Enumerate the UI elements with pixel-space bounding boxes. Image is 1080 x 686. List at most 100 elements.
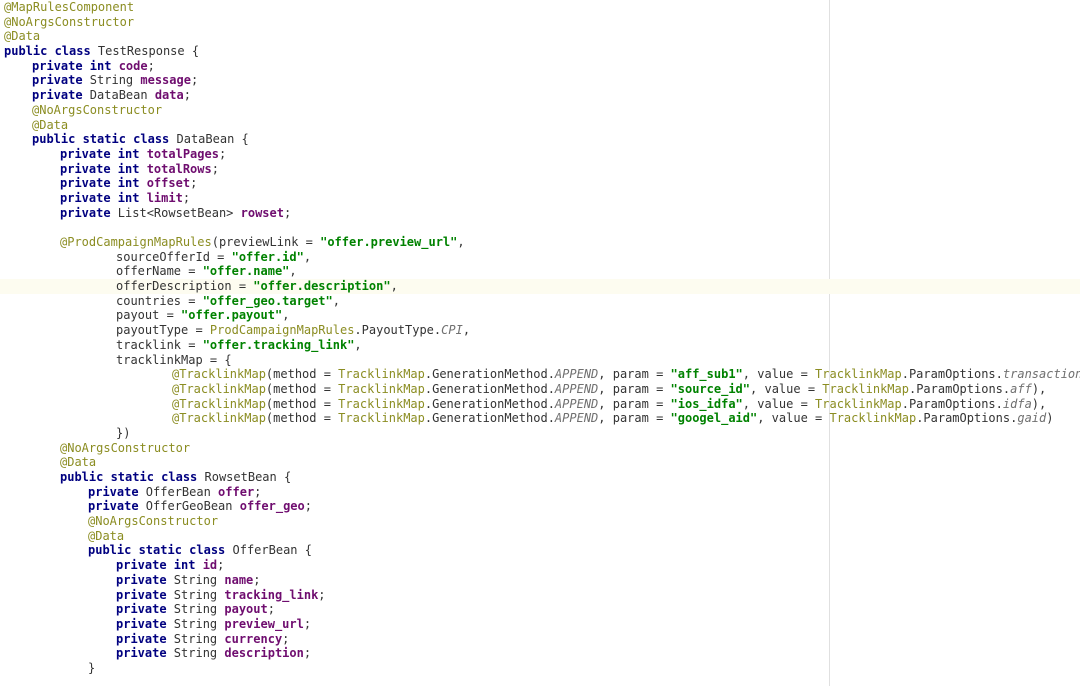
- token-punc: ),: [1032, 382, 1046, 396]
- code-line[interactable]: private String currency;: [0, 632, 1080, 647]
- token-field: totalRows: [147, 162, 212, 176]
- code-line[interactable]: @MapRulesComponent: [0, 0, 1080, 15]
- code-line[interactable]: payoutType = ProdCampaignMapRules.Payout…: [0, 323, 1080, 338]
- token-anno: @Data: [60, 455, 96, 469]
- code-line[interactable]: private List<RowsetBean> rowset;: [0, 206, 1080, 221]
- token-anno: @TracklinkMap: [172, 382, 266, 396]
- token-punc: , value =: [743, 397, 815, 411]
- code-line[interactable]: @NoArgsConstructor: [0, 103, 1080, 118]
- code-line[interactable]: public static class RowsetBean {: [0, 470, 1080, 485]
- code-line[interactable]: offerName = "offer.name",: [0, 264, 1080, 279]
- token-anno: ProdCampaignMapRules: [210, 323, 355, 337]
- code-line[interactable]: private String payout;: [0, 602, 1080, 617]
- token-punc: ,: [304, 250, 311, 264]
- token-ident: OfferBean: [146, 485, 218, 499]
- code-editor[interactable]: 💡 @MapRulesComponent@NoArgsConstructor@D…: [0, 0, 1080, 686]
- code-line[interactable]: @ProdCampaignMapRules(previewLink = "off…: [0, 235, 1080, 250]
- token-punc: ;: [148, 59, 155, 73]
- code-line[interactable]: }: [0, 661, 1080, 676]
- token-punc: }): [116, 426, 130, 440]
- token-punc: ,: [289, 264, 296, 278]
- token-ident: String: [174, 602, 225, 616]
- code-line[interactable]: @Data: [0, 118, 1080, 133]
- code-line[interactable]: private String tracking_link;: [0, 588, 1080, 603]
- code-line[interactable]: countries = "offer_geo.target",: [0, 294, 1080, 309]
- token-anno: @NoArgsConstructor: [60, 441, 190, 455]
- code-line[interactable]: sourceOfferId = "offer.id",: [0, 250, 1080, 265]
- code-line[interactable]: @Data: [0, 455, 1080, 470]
- code-line[interactable]: offerDescription = "offer.description",: [0, 279, 1080, 294]
- token-punc: ;: [191, 73, 198, 87]
- token-italic: gaid: [1017, 411, 1046, 425]
- token-anno: @NoArgsConstructor: [88, 514, 218, 528]
- code-line[interactable]: [0, 220, 1080, 235]
- code-line[interactable]: public static class DataBean {: [0, 132, 1080, 147]
- code-line[interactable]: @NoArgsConstructor: [0, 15, 1080, 30]
- code-line[interactable]: public static class OfferBean {: [0, 543, 1080, 558]
- code-line[interactable]: @TracklinkMap(method = TracklinkMap.Gene…: [0, 382, 1080, 397]
- code-line[interactable]: @NoArgsConstructor: [0, 514, 1080, 529]
- code-line[interactable]: @TracklinkMap(method = TracklinkMap.Gene…: [0, 411, 1080, 426]
- code-line[interactable]: private int id;: [0, 558, 1080, 573]
- code-line[interactable]: private OfferBean offer;: [0, 485, 1080, 500]
- code-line[interactable]: private int totalPages;: [0, 147, 1080, 162]
- token-italic: CPI: [441, 323, 463, 337]
- token-anno: TracklinkMap: [822, 382, 909, 396]
- token-punc: , value =: [757, 411, 829, 425]
- token-punc: ;: [305, 499, 312, 513]
- token-kw: private: [116, 573, 174, 587]
- code-line[interactable]: public class TestResponse {: [0, 44, 1080, 59]
- token-kw: private: [116, 632, 174, 646]
- token-punc: .ParamOptions.: [916, 411, 1017, 425]
- code-line[interactable]: private int totalRows;: [0, 162, 1080, 177]
- code-line[interactable]: tracklink = "offer.tracking_link",: [0, 338, 1080, 353]
- code-line[interactable]: @Data: [0, 29, 1080, 44]
- code-line[interactable]: private String message;: [0, 73, 1080, 88]
- token-punc: {: [192, 44, 199, 58]
- code-line[interactable]: @NoArgsConstructor: [0, 441, 1080, 456]
- token-punc: ): [1046, 411, 1053, 425]
- code-line[interactable]: tracklinkMap = {: [0, 353, 1080, 368]
- code-line[interactable]: private String preview_url;: [0, 617, 1080, 632]
- token-field: code: [119, 59, 148, 73]
- token-punc: ;: [304, 646, 311, 660]
- token-field: id: [203, 558, 217, 572]
- code-line[interactable]: private OfferGeoBean offer_geo;: [0, 499, 1080, 514]
- code-line[interactable]: payout = "offer.payout",: [0, 308, 1080, 323]
- code-line[interactable]: private int offset;: [0, 176, 1080, 191]
- token-punc: }: [88, 661, 95, 675]
- token-anno: @Data: [88, 529, 124, 543]
- token-str: "source_id": [671, 382, 750, 396]
- token-ident: offerName =: [116, 264, 203, 278]
- token-italic: APPEND: [555, 411, 598, 425]
- code-line[interactable]: @TracklinkMap(method = TracklinkMap.Gene…: [0, 367, 1080, 382]
- code-area[interactable]: @MapRulesComponent@NoArgsConstructor@Dat…: [0, 0, 1080, 686]
- token-anno: TracklinkMap: [815, 397, 902, 411]
- code-line[interactable]: @Data: [0, 529, 1080, 544]
- token-field: data: [155, 88, 184, 102]
- token-punc: ;: [254, 485, 261, 499]
- token-kw: private: [116, 588, 174, 602]
- code-line[interactable]: }): [0, 426, 1080, 441]
- token-anno: TracklinkMap: [829, 411, 916, 425]
- token-ident: tracklink =: [116, 338, 203, 352]
- code-line[interactable]: private int limit;: [0, 191, 1080, 206]
- token-anno: TracklinkMap: [815, 367, 902, 381]
- token-field: rowset: [241, 206, 284, 220]
- token-ident: payout =: [116, 308, 181, 322]
- token-punc: , param =: [598, 367, 670, 381]
- token-field: name: [224, 573, 253, 587]
- code-line[interactable]: @TracklinkMap(method = TracklinkMap.Gene…: [0, 397, 1080, 412]
- token-punc: .GenerationMethod.: [425, 367, 555, 381]
- code-line[interactable]: private DataBean data;: [0, 88, 1080, 103]
- code-line[interactable]: private String name;: [0, 573, 1080, 588]
- token-punc: (method =: [266, 367, 338, 381]
- token-kw: private: [116, 617, 174, 631]
- token-punc: ;: [212, 162, 219, 176]
- token-anno: @TracklinkMap: [172, 397, 266, 411]
- token-punc: ;: [217, 558, 224, 572]
- token-str: "offer_geo.target": [203, 294, 333, 308]
- token-punc: .ParamOptions.: [909, 382, 1010, 396]
- code-line[interactable]: private String description;: [0, 646, 1080, 661]
- code-line[interactable]: private int code;: [0, 59, 1080, 74]
